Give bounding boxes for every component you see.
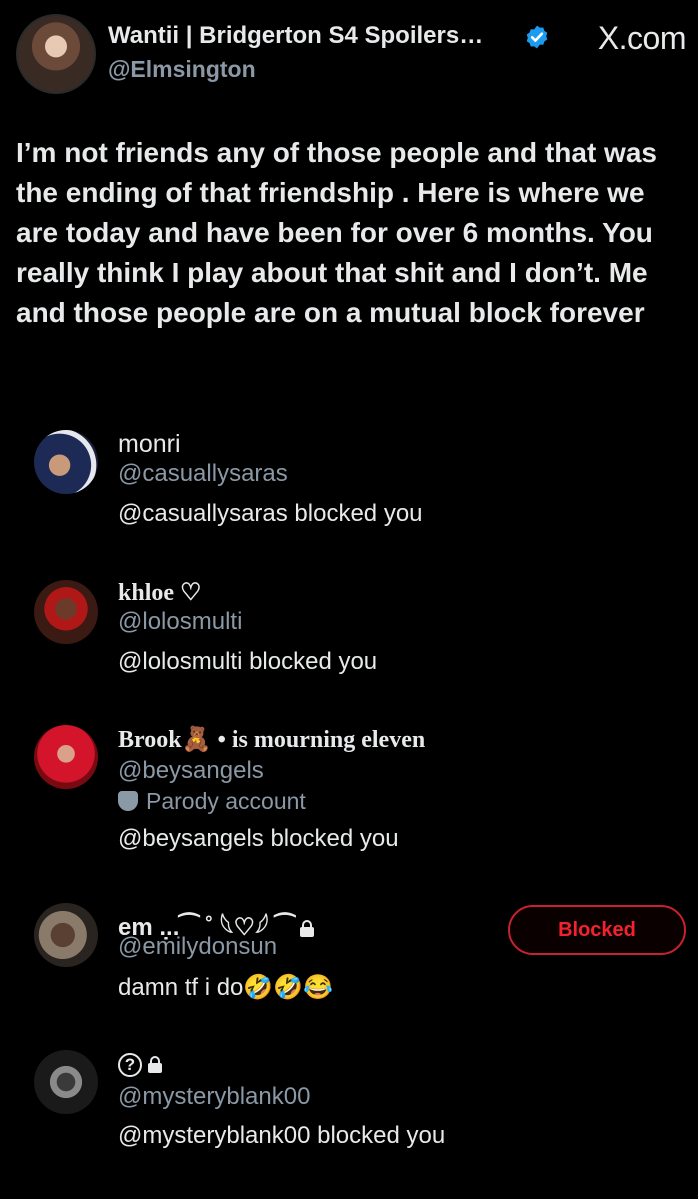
list-item[interactable]: ? @mysteryblank00 @mysteryblank00 blocke… bbox=[0, 1050, 698, 1160]
author-handle[interactable]: @Elmsington bbox=[108, 56, 256, 83]
list-item[interactable]: monri @casuallysaras @casuallysaras bloc… bbox=[0, 430, 698, 540]
lock-icon bbox=[300, 920, 315, 938]
list-item[interactable]: khloe ♡ @lolosmulti @lolosmulti blocked … bbox=[0, 578, 698, 688]
block-status: @mysteryblank00 blocked you bbox=[118, 1122, 446, 1149]
account-name[interactable]: Brook🧸 • is mourning eleven bbox=[118, 725, 425, 754]
parody-badge: Parody account bbox=[118, 788, 306, 815]
avatar[interactable] bbox=[34, 580, 98, 644]
account-handle[interactable]: @lolosmulti bbox=[118, 608, 242, 636]
tweet-header: Wantii | Bridgerton S4 Spoilers… @Elmsin… bbox=[12, 12, 687, 94]
verified-badge-icon bbox=[526, 25, 548, 49]
account-name[interactable]: monri bbox=[118, 430, 181, 459]
author-avatar[interactable] bbox=[16, 14, 96, 94]
author-display-name[interactable]: Wantii | Bridgerton S4 Spoilers… bbox=[108, 22, 483, 50]
account-bio: damn tf i do🤣🤣😂 bbox=[118, 974, 334, 1001]
account-handle[interactable]: @emilydonsun bbox=[118, 933, 277, 961]
tweet-body: I’m not friends any of those people and … bbox=[16, 137, 657, 328]
lock-icon bbox=[148, 1056, 162, 1074]
mask-icon bbox=[118, 791, 138, 811]
block-status: @lolosmulti blocked you bbox=[118, 648, 378, 675]
account-name[interactable]: khloe ♡ bbox=[118, 578, 202, 607]
account-handle[interactable]: @mysteryblank00 bbox=[118, 1083, 310, 1111]
parody-label: Parody account bbox=[146, 788, 306, 814]
account-handle[interactable]: @beysangels bbox=[118, 757, 264, 785]
avatar[interactable] bbox=[34, 903, 98, 967]
blocked-button[interactable]: Blocked bbox=[508, 905, 686, 955]
x-logo: X.com bbox=[597, 20, 687, 56]
list-item[interactable]: Brook🧸 • is mourning eleven @beysangels … bbox=[0, 725, 698, 855]
account-name[interactable]: ? bbox=[118, 1050, 162, 1078]
question-icon: ? bbox=[118, 1052, 142, 1077]
block-status: @beysangels blocked you bbox=[118, 825, 399, 852]
block-status: @casuallysaras blocked you bbox=[118, 500, 423, 527]
avatar[interactable] bbox=[34, 1050, 98, 1114]
account-handle[interactable]: @casuallysaras bbox=[118, 460, 288, 488]
avatar[interactable] bbox=[34, 725, 98, 789]
avatar[interactable] bbox=[34, 430, 98, 494]
